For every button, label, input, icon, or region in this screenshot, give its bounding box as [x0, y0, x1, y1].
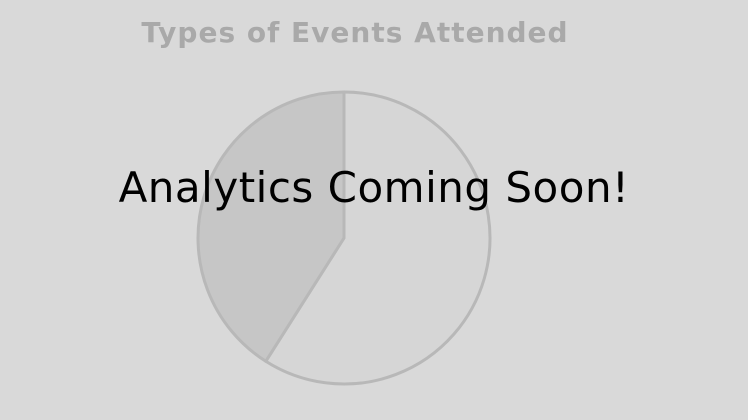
- pie-slices: [196, 90, 492, 386]
- coming-soon-message: Analytics Coming Soon!: [118, 163, 630, 212]
- analytics-panel: Types of Events Attended Analytics Comin…: [0, 0, 748, 420]
